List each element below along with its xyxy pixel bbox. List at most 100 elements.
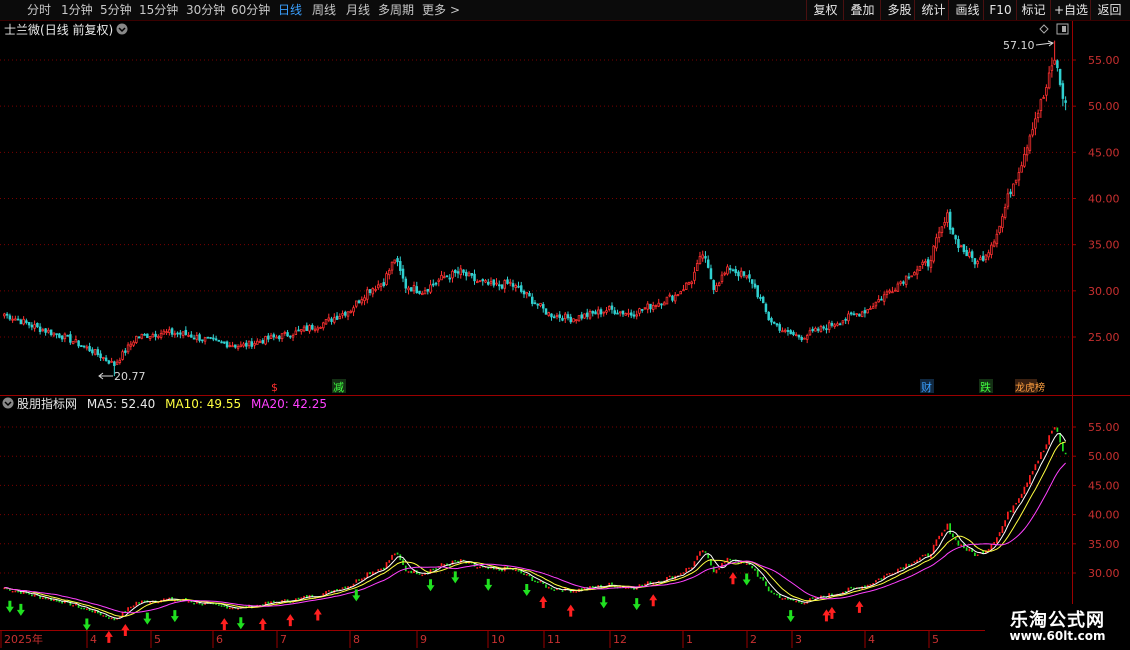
candle-body xyxy=(305,325,309,331)
candle-body xyxy=(882,294,886,302)
indicator-bar xyxy=(149,601,151,604)
period-tab-3[interactable]: 15分钟 xyxy=(139,0,178,20)
indicator-bar xyxy=(787,598,789,600)
period-tab-6[interactable]: 日线 xyxy=(278,0,302,20)
candle-body xyxy=(789,330,792,335)
toolbar-button-5[interactable]: F10 xyxy=(983,0,1017,20)
candle-body xyxy=(379,283,383,287)
indicator-bar xyxy=(325,591,327,594)
indicator-bar xyxy=(924,554,927,556)
collapse-icon[interactable] xyxy=(116,23,128,35)
candle-body xyxy=(753,283,757,288)
event-dividend-icon[interactable]: $ xyxy=(271,381,278,394)
candle-body xyxy=(66,334,69,337)
candle-body xyxy=(1034,118,1037,129)
candle-body xyxy=(206,336,210,339)
indicator-bar xyxy=(105,615,107,618)
indicator-bar xyxy=(751,565,754,569)
price-tick-label: 50.00 xyxy=(1088,100,1120,113)
date-axis-label: 2 xyxy=(750,633,757,646)
candle-body xyxy=(267,335,270,340)
candle-body xyxy=(698,256,702,264)
candle-body xyxy=(833,324,836,327)
candle-body xyxy=(135,335,138,343)
period-tab-0[interactable]: 分时 xyxy=(27,0,51,20)
toolbar-button-2[interactable]: 多股 xyxy=(880,0,918,20)
buy-arrow-icon xyxy=(539,595,548,608)
event-finance-icon[interactable]: 财 xyxy=(921,380,932,394)
event-dragon-icon[interactable]: 龙虎榜 xyxy=(1015,381,1045,394)
candle-body xyxy=(278,335,281,340)
indicator-bar xyxy=(1042,450,1045,453)
candle-body xyxy=(514,285,518,289)
period-tab-8[interactable]: 月线 xyxy=(346,0,370,20)
candle-body xyxy=(404,278,408,289)
toolbar-button-1[interactable]: 叠加 xyxy=(843,0,881,20)
candle-body xyxy=(517,285,520,288)
event-drop-icon[interactable]: 跌 xyxy=(980,380,991,394)
period-tab-4[interactable]: 30分钟 xyxy=(186,0,225,20)
candle-body xyxy=(948,211,952,230)
candle-body xyxy=(907,276,911,279)
indicator-bar xyxy=(908,564,910,566)
more-chevron-icon[interactable]: > xyxy=(450,0,460,20)
indicator-bar xyxy=(498,569,501,571)
candle-body xyxy=(520,285,523,292)
indicator-bar xyxy=(1018,498,1020,503)
candle-body xyxy=(552,316,556,319)
candle-body xyxy=(36,322,39,328)
candle-body xyxy=(734,269,737,274)
indicator-bar xyxy=(14,590,17,593)
indicator-bar xyxy=(608,582,611,585)
candle-body xyxy=(877,299,880,303)
candle-body xyxy=(761,296,765,304)
toolbar-button-8[interactable]: 返回 xyxy=(1090,0,1128,20)
indicator-bar xyxy=(913,561,916,563)
candle-body xyxy=(973,258,977,265)
indicator-bar xyxy=(754,568,756,571)
candle-body xyxy=(242,343,245,347)
event-reduce-icon[interactable]: 减 xyxy=(333,381,344,394)
toolbar-button-6[interactable]: 标记 xyxy=(1016,0,1050,20)
toolbar-button-0[interactable]: 复权 xyxy=(806,0,844,20)
indicator-bar xyxy=(1009,510,1012,513)
diamond-icon[interactable] xyxy=(1039,24,1049,34)
candle-body xyxy=(792,331,795,335)
ma5-readout: MA5: 52.40 xyxy=(87,397,155,411)
candle-body xyxy=(621,310,625,315)
candle-body xyxy=(1028,135,1032,151)
indicator-bar xyxy=(762,577,765,581)
candle-body xyxy=(819,326,823,332)
candle-body xyxy=(220,341,223,344)
indicator-bar xyxy=(935,539,938,546)
candle-body xyxy=(440,274,443,281)
period-tab-10[interactable]: 更多 xyxy=(422,0,446,20)
indicator-collapse-icon[interactable] xyxy=(2,397,14,409)
candle-body xyxy=(580,314,583,319)
indicator-bar xyxy=(536,581,539,583)
toolbar-button-3[interactable]: 统计 xyxy=(914,0,952,20)
indicator-bar xyxy=(696,555,699,561)
candle-body xyxy=(921,261,924,265)
date-axis-label: 10 xyxy=(491,633,505,646)
candle-body xyxy=(55,333,58,336)
period-tab-9[interactable]: 多周期 xyxy=(378,0,414,20)
candle-body xyxy=(319,327,322,329)
toolbar-button-7[interactable]: +自选 xyxy=(1050,0,1091,20)
period-tab-7[interactable]: 周线 xyxy=(312,0,336,20)
period-tab-1[interactable]: 1分钟 xyxy=(61,0,93,20)
toolbar-button-4[interactable]: 画线 xyxy=(948,0,986,20)
candle-body xyxy=(1053,59,1056,65)
candle-body xyxy=(594,311,597,315)
indicator-bar xyxy=(107,617,110,619)
period-tab-2[interactable]: 5分钟 xyxy=(100,0,132,20)
period-tab-5[interactable]: 60分钟 xyxy=(231,0,270,20)
kline-chart[interactable]: 55.00 50.00 45.00 40.00 35.00 30.00 25.00 55.00… xyxy=(0,0,1130,650)
candle-body xyxy=(451,270,454,279)
candle-body xyxy=(269,335,273,339)
indicator-bar xyxy=(965,547,968,551)
candle-body xyxy=(748,274,751,279)
candle-body xyxy=(855,313,858,316)
candle-body xyxy=(610,305,614,310)
indicator-bar xyxy=(110,617,113,620)
